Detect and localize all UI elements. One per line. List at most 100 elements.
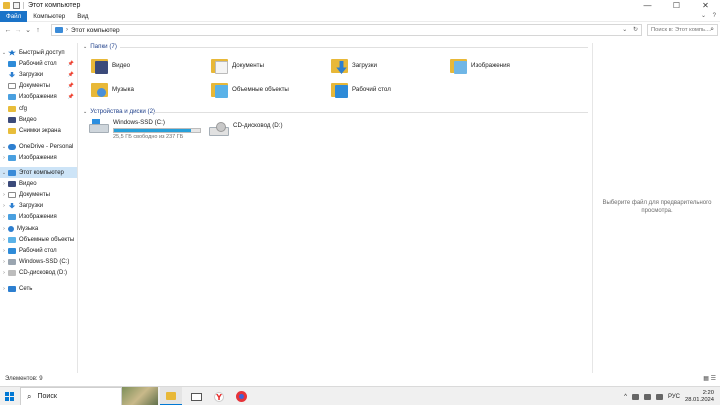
properties-check-icon[interactable]: [13, 2, 20, 9]
drive-tile-d[interactable]: CD-дисковод (D:): [209, 122, 283, 136]
volume-icon[interactable]: [655, 393, 663, 400]
nav-pc-music[interactable]: › Музыка: [0, 223, 77, 234]
nav-pc-desktop[interactable]: › Рабочий стол: [0, 245, 77, 256]
drive-tile-c[interactable]: Windows-SSD (C:) 25,5 ГБ свободно из 237…: [89, 119, 201, 140]
nav-pc-pictures[interactable]: › Изображения: [0, 211, 77, 222]
nav-label: Видео: [19, 116, 37, 123]
pin-icon[interactable]: 📌: [68, 94, 74, 100]
folders-group-header[interactable]: ⌄ Папки (7): [83, 43, 117, 50]
breadcrumb-chevron-icon[interactable]: ›: [66, 27, 68, 33]
pin-icon[interactable]: 📌: [68, 83, 74, 89]
folder-tile-desktop[interactable]: Рабочий стол: [331, 81, 391, 98]
search-input[interactable]: Поиск в: Этот компь... ⌕: [647, 24, 718, 36]
taskbar-file-explorer[interactable]: [160, 387, 182, 405]
nav-pc-3d-objects[interactable]: › Объемные объекты: [0, 234, 77, 245]
nav-item-screenshots[interactable]: Снимки экрана: [0, 125, 77, 136]
folder-tile-videos[interactable]: Видео: [91, 57, 130, 74]
nav-label: Рабочий стол: [19, 60, 57, 67]
nav-label: CD-дисковод (D:): [19, 269, 68, 276]
nav-onedrive-pictures[interactable]: › Изображения: [0, 152, 77, 163]
search-icon: ⌕: [27, 391, 32, 401]
nav-label: Изображения: [19, 154, 57, 161]
nav-item-documents[interactable]: Документы 📌: [0, 80, 77, 91]
tab-view[interactable]: Вид: [71, 11, 94, 22]
nav-pc-drive-d[interactable]: › CD-дисковод (D:): [0, 267, 77, 278]
wifi-icon[interactable]: [643, 393, 651, 400]
folder-tile-3d-objects[interactable]: Объемные объекты: [211, 81, 289, 98]
taskbar-search[interactable]: ⌕ Поиск: [20, 387, 122, 405]
nav-network[interactable]: › Сеть: [0, 283, 77, 294]
back-button[interactable]: ←: [3, 27, 13, 34]
taskbar-messenger[interactable]: [230, 387, 252, 405]
expand-chevron-icon[interactable]: ›: [0, 286, 8, 292]
expand-chevron-icon[interactable]: ›: [0, 203, 8, 209]
expand-chevron-icon[interactable]: ›: [0, 155, 8, 161]
pane-splitter[interactable]: [77, 43, 78, 373]
show-hidden-icons-button[interactable]: ^: [624, 394, 627, 400]
folder-tile-downloads[interactable]: Загрузки: [331, 57, 377, 74]
expand-chevron-icon[interactable]: ›: [0, 181, 8, 187]
tab-computer[interactable]: Компьютер: [27, 11, 71, 22]
nav-item-pictures[interactable]: Изображения 📌: [0, 91, 77, 102]
nav-pc-videos[interactable]: › Видео: [0, 178, 77, 189]
folder-tile-documents[interactable]: Документы: [211, 57, 264, 74]
nav-pc-drive-c[interactable]: › Windows-SSD (C:): [0, 256, 77, 267]
pin-icon[interactable]: 📌: [68, 61, 74, 67]
windows-logo-icon: [5, 392, 14, 401]
expand-chevron-icon[interactable]: ›: [0, 214, 8, 220]
cd-drive-icon: [8, 269, 16, 276]
forward-button[interactable]: →: [13, 27, 23, 34]
nav-pc-documents[interactable]: › Документы: [0, 189, 77, 200]
nav-label: OneDrive - Personal: [19, 143, 74, 150]
address-dropdown-icon[interactable]: ⌄: [622, 27, 627, 33]
collapse-chevron-icon[interactable]: ⌄: [83, 44, 87, 50]
tab-file[interactable]: Файл: [0, 10, 28, 22]
language-indicator[interactable]: РУС: [668, 394, 680, 400]
nav-this-pc[interactable]: ⌄ Этот компьютер: [0, 167, 77, 178]
up-button[interactable]: ↑: [33, 27, 43, 34]
nav-pc-downloads[interactable]: › Загрузки: [0, 200, 77, 211]
refresh-icon[interactable]: ↻: [633, 27, 638, 33]
maximize-button[interactable]: ☐: [662, 0, 691, 11]
nav-item-cfg[interactable]: cfg: [0, 103, 77, 114]
expand-ribbon-icon[interactable]: ⌄: [701, 13, 706, 19]
minimize-button[interactable]: —: [633, 0, 662, 11]
battery-icon[interactable]: [631, 393, 639, 400]
nav-item-desktop[interactable]: Рабочий стол 📌: [0, 58, 77, 69]
expand-chevron-icon[interactable]: ›: [0, 259, 8, 265]
expand-chevron-icon[interactable]: ›: [0, 248, 8, 254]
search-highlight-image[interactable]: [122, 387, 158, 405]
expand-chevron-icon[interactable]: ›: [0, 237, 8, 243]
videos-icon: [8, 116, 16, 123]
start-button[interactable]: [0, 387, 20, 405]
expand-chevron-icon[interactable]: ›: [0, 270, 8, 276]
nav-onedrive[interactable]: ⌄ OneDrive - Personal: [0, 141, 77, 152]
pin-icon[interactable]: 📌: [68, 72, 74, 78]
collapse-chevron-icon[interactable]: ⌄: [0, 144, 8, 150]
pictures-icon: [8, 213, 16, 220]
computer-icon: [8, 169, 16, 176]
nav-quick-access[interactable]: ⌄ Быстрый доступ: [0, 47, 77, 58]
view-toggle-icons[interactable]: ▦ ☰: [703, 374, 716, 385]
taskbar: ⌕ Поиск Y ^ РУС 2:20 28.01.2024: [0, 386, 720, 405]
breadcrumb-this-pc[interactable]: Этот компьютер: [71, 27, 120, 34]
taskbar-mail[interactable]: [185, 387, 207, 405]
folder-tile-music[interactable]: Музыка: [91, 81, 134, 98]
pictures-folder-icon: [450, 57, 467, 74]
clock[interactable]: 2:20 28.01.2024: [685, 390, 714, 404]
devices-group-header[interactable]: ⌄ Устройства и диски (2): [83, 108, 155, 115]
expand-chevron-icon[interactable]: ›: [0, 226, 8, 232]
help-icon[interactable]: ?: [713, 13, 716, 19]
collapse-chevron-icon[interactable]: ⌄: [0, 50, 8, 56]
folder-tile-pictures[interactable]: Изображения: [450, 57, 510, 74]
nav-item-videos[interactable]: Видео: [0, 114, 77, 125]
collapse-chevron-icon[interactable]: ⌄: [83, 109, 87, 115]
drive-label: CD-дисковод (D:): [233, 122, 283, 129]
taskbar-yandex-browser[interactable]: Y: [208, 387, 230, 405]
collapse-chevron-icon[interactable]: ⌄: [0, 170, 8, 176]
recent-locations-button[interactable]: ⌄: [23, 26, 33, 34]
nav-item-downloads[interactable]: Загрузки 📌: [0, 69, 77, 80]
close-button[interactable]: ✕: [691, 0, 720, 11]
address-bar[interactable]: › Этот компьютер ⌄ ↻: [51, 24, 642, 36]
expand-chevron-icon[interactable]: ›: [0, 192, 8, 198]
